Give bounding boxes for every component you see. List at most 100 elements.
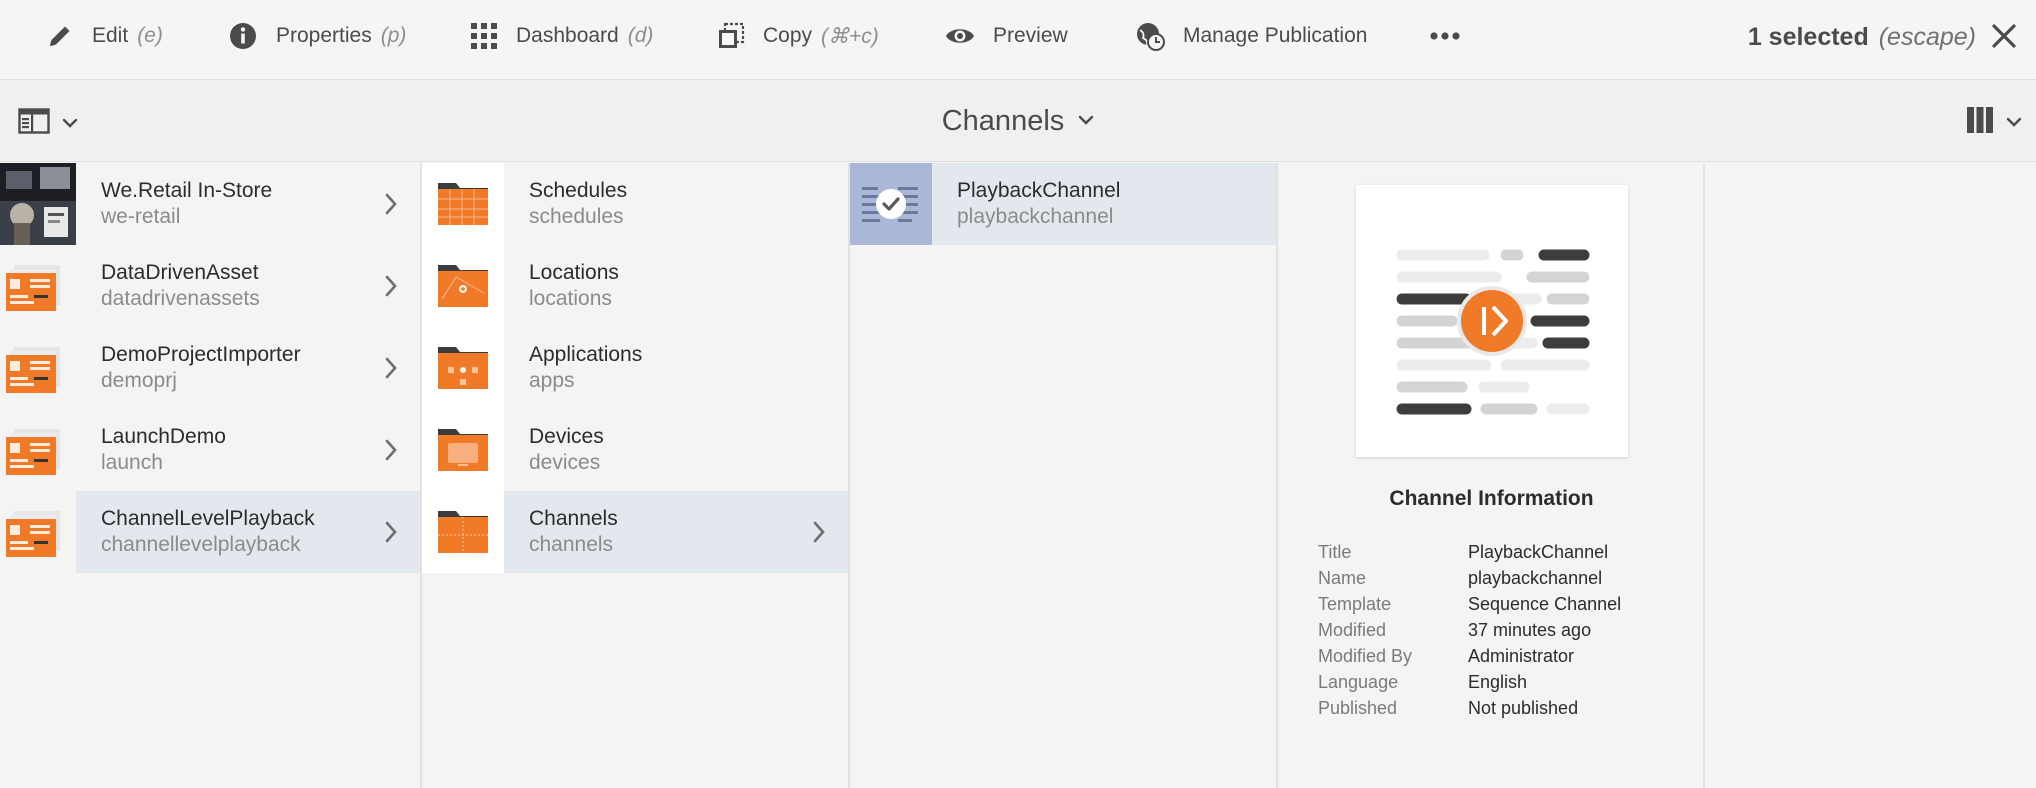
item-title: Locations xyxy=(529,261,619,284)
chevron-right-icon xyxy=(384,520,398,549)
channel-thumbnail[interactable] xyxy=(850,163,932,245)
eye-icon xyxy=(945,21,975,51)
edit-shortcut: (e) xyxy=(137,24,163,47)
property-value: 37 minutes ago xyxy=(1468,620,1592,640)
item-title: We.Retail In-Store xyxy=(101,179,273,202)
view-switcher-button[interactable] xyxy=(1966,106,2022,139)
applications-folder-icon xyxy=(422,327,504,409)
property-row: Template Sequence Channel xyxy=(1318,591,1621,617)
list-item[interactable]: DataDrivenAsset datadrivenassets xyxy=(0,245,420,327)
chevron-right-icon xyxy=(384,356,398,385)
page-title: Channels xyxy=(941,104,1065,137)
preview-label: Preview xyxy=(993,24,1068,47)
copy-label: Copy xyxy=(763,24,813,47)
column-view-icon xyxy=(1966,106,1994,139)
channels-folder-icon xyxy=(422,491,504,573)
close-selection-button[interactable] xyxy=(1990,22,2020,52)
item-title: ChannelLevelPlayback xyxy=(101,507,315,530)
item-subtitle: channels xyxy=(529,533,614,556)
channel-preview-thumbnail xyxy=(1356,185,1628,457)
devices-folder-icon xyxy=(422,409,504,491)
photo-thumbnail xyxy=(0,163,76,245)
list-item[interactable]: Channels channels xyxy=(422,491,848,573)
item-subtitle: locations xyxy=(529,287,612,310)
preview-action[interactable]: Preview xyxy=(945,0,1068,72)
title-selector[interactable]: Channels xyxy=(0,80,2036,162)
property-value: Sequence Channel xyxy=(1468,594,1622,614)
item-title: DemoProjectImporter xyxy=(101,343,301,366)
info-icon xyxy=(228,21,258,51)
chevron-right-icon xyxy=(384,438,398,467)
item-subtitle: devices xyxy=(529,451,601,474)
project-icon xyxy=(0,245,76,327)
property-key: Published xyxy=(1318,698,1398,718)
copy-action[interactable]: Copy (⌘+c) xyxy=(717,0,879,72)
property-key: Title xyxy=(1318,542,1352,562)
edit-label: Edit xyxy=(92,24,129,47)
project-icon xyxy=(0,327,76,409)
properties-label: Properties xyxy=(276,24,372,47)
property-value: Administrator xyxy=(1468,646,1575,666)
projects-column: We.Retail In-Store we-retail DataDrivenA… xyxy=(0,163,422,788)
list-item[interactable]: Schedules schedules xyxy=(422,163,848,245)
list-item[interactable]: DemoProjectImporter demoprj xyxy=(0,327,420,409)
item-title: Schedules xyxy=(529,179,628,202)
title-bar: Channels xyxy=(0,80,2036,162)
chevron-right-icon xyxy=(384,274,398,303)
item-title: Devices xyxy=(529,425,604,448)
property-row: Title PlaybackChannel xyxy=(1318,539,1621,565)
chevron-down-icon xyxy=(2006,114,2022,132)
property-key: Language xyxy=(1318,672,1399,692)
locations-folder-icon xyxy=(422,245,504,327)
more-icon xyxy=(1430,31,1460,41)
more-actions-button[interactable] xyxy=(1430,0,1460,72)
copy-icon xyxy=(717,22,745,50)
project-icon xyxy=(0,491,76,573)
property-row: Language English xyxy=(1318,669,1621,695)
close-icon xyxy=(1990,24,2018,54)
property-row: Modified 37 minutes ago xyxy=(1318,617,1621,643)
item-subtitle: schedules xyxy=(529,205,624,228)
globe-clock-icon xyxy=(1135,21,1165,51)
chevron-right-icon xyxy=(384,192,398,221)
property-row: Name playbackchannel xyxy=(1318,565,1621,591)
edit-action[interactable]: Edit (e) xyxy=(46,0,163,72)
property-row: Modified By Administrator xyxy=(1318,643,1621,669)
property-value: English xyxy=(1468,672,1528,692)
item-subtitle: we-retail xyxy=(101,205,181,228)
list-item[interactable]: PlaybackChannel playbackchannel xyxy=(850,163,1276,245)
list-item[interactable]: We.Retail In-Store we-retail xyxy=(0,163,420,245)
item-subtitle: demoprj xyxy=(101,369,177,392)
property-value: Not published xyxy=(1468,698,1579,718)
list-item[interactable]: Devices devices xyxy=(422,409,848,491)
channel-info-heading: Channel Information xyxy=(1389,487,1594,510)
item-subtitle: datadrivenassets xyxy=(101,287,260,310)
copy-shortcut: (⌘+c) xyxy=(821,24,879,48)
properties-action[interactable]: Properties (p) xyxy=(228,0,406,72)
item-title: PlaybackChannel xyxy=(957,179,1121,202)
empty-column-area xyxy=(1705,163,2036,788)
project-icon xyxy=(0,409,76,491)
manage-publication-label: Manage Publication xyxy=(1183,24,1368,47)
property-key: Name xyxy=(1318,568,1367,588)
list-item[interactable]: LaunchDemo launch xyxy=(0,409,420,491)
manage-publication-action[interactable]: Manage Publication xyxy=(1135,0,1367,72)
property-value: playbackchannel xyxy=(1468,568,1603,588)
selection-count: 1 selected xyxy=(1747,22,1869,51)
dashboard-action[interactable]: Dashboard (d) xyxy=(470,0,653,72)
list-item[interactable]: Applications apps xyxy=(422,327,848,409)
chevron-right-icon xyxy=(812,520,826,549)
grid-icon xyxy=(470,22,498,50)
pencil-icon xyxy=(46,22,74,50)
list-item[interactable]: ChannelLevelPlayback channellevelplaybac… xyxy=(0,491,420,573)
list-item[interactable]: Locations locations xyxy=(422,245,848,327)
item-subtitle: channellevelplayback xyxy=(101,533,301,556)
property-value: PlaybackChannel xyxy=(1468,542,1609,562)
action-bar: Edit (e) Properties (p) Dashboard (d) Co… xyxy=(0,0,2036,80)
chevron-down-icon xyxy=(1064,112,1094,130)
folders-column: Schedules schedules Locations locations xyxy=(422,163,850,788)
selection-info: 1 selected (escape) xyxy=(1748,0,1976,74)
preview-panel: Channel Information Title PlaybackChannel… xyxy=(1278,163,1705,788)
item-subtitle: launch xyxy=(101,451,163,474)
channels-column: PlaybackChannel playbackchannel xyxy=(850,163,1278,788)
